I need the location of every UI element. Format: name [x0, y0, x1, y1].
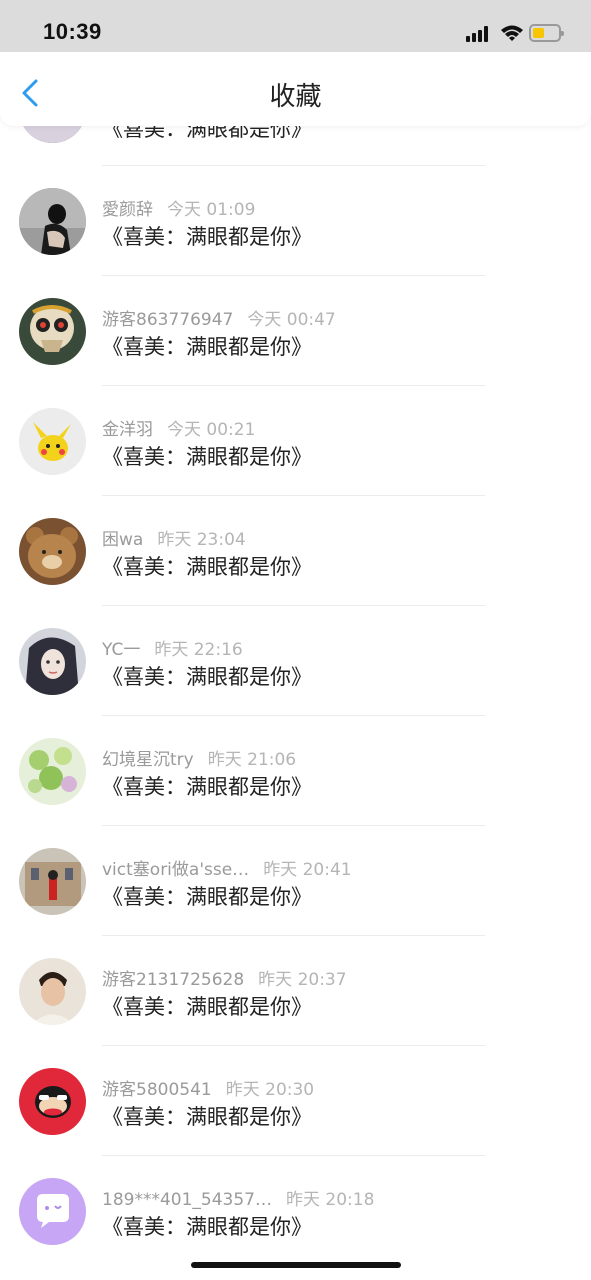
page-title: 收藏 [269, 82, 322, 112]
favorite-title[interactable]: 《喜美：满眼都是你》 [102, 771, 312, 801]
timestamp: 昨天 20:37 [258, 970, 347, 990]
timestamp: 昨天 22:16 [154, 640, 243, 660]
avatar-anime-girl-photo[interactable] [19, 628, 86, 695]
timestamp: 昨天 20:41 [263, 860, 352, 880]
item-meta: 幻境星沉try 昨天 21:06 [102, 745, 296, 770]
favorite-title[interactable]: 《喜美：满眼都是你》 [102, 551, 312, 581]
timestamp: 今天 01:09 [167, 200, 256, 220]
username[interactable]: 游客863776947 [102, 310, 233, 330]
list-item[interactable]: 游客863776947 今天 00:47 《喜美：满眼都是你》 [0, 276, 591, 386]
timestamp: 今天 00:47 [247, 310, 336, 330]
status-time: 10:39 [43, 19, 102, 44]
username[interactable]: 189***401_54357… [102, 1190, 272, 1210]
avatar-monkey-logo[interactable] [19, 1068, 86, 1135]
username[interactable]: vict塞ori做a'sse… [102, 860, 249, 880]
timestamp: 昨天 20:30 [225, 1080, 315, 1100]
item-meta: YC一 昨天 22:16 [102, 635, 243, 660]
favorite-title[interactable]: 《喜美：满眼都是你》 [102, 331, 312, 361]
avatar-chat-bubble-logo[interactable] [19, 1178, 86, 1245]
list-item[interactable]: vict塞ori做a'sse… 昨天 20:41 《喜美：满眼都是你》 [0, 826, 591, 936]
wifi-icon [500, 24, 524, 42]
favorite-title[interactable]: 《喜美：满眼都是你》 [102, 441, 312, 471]
avatar-young-man-photo[interactable] [19, 958, 86, 1025]
item-meta: 愛颜辞 今天 01:09 [102, 195, 255, 220]
username[interactable]: 困wa [102, 530, 143, 550]
timestamp: 昨天 23:04 [157, 530, 246, 550]
avatar-bear-photo[interactable] [19, 518, 86, 585]
list-item[interactable]: 困wa 昨天 23:04 《喜美：满眼都是你》 [0, 496, 591, 606]
username[interactable]: YC一 [102, 640, 140, 660]
favorite-title[interactable]: 《喜美：满眼都是你》 [102, 661, 312, 691]
avatar-pikachu-photo[interactable] [19, 408, 86, 475]
status-bar: 10:39 [0, 0, 591, 52]
favorite-title[interactable]: 《喜美：满眼都是你》 [102, 1101, 312, 1131]
item-meta: 困wa 昨天 23:04 [102, 525, 246, 550]
battery-icon [529, 24, 564, 42]
avatar-green-flowers-photo[interactable] [19, 738, 86, 805]
item-meta: 游客5800541 昨天 20:30 [102, 1075, 314, 1100]
timestamp: 昨天 20:18 [285, 1190, 375, 1210]
list-item[interactable]: 游客2131725628 昨天 20:37 《喜美：满眼都是你》 [0, 936, 591, 1046]
favorites-list[interactable]: 《喜美：满眼都是你》 愛颜辞 今天 01:09 《喜美：满眼都是你》 游客863… [0, 0, 591, 1280]
cellular-signal-icon [466, 26, 492, 42]
list-item[interactable]: 189***401_54357… 昨天 20:18 《喜美：满眼都是你》 [0, 1156, 591, 1266]
list-item[interactable]: YC一 昨天 22:16 《喜美：满眼都是你》 [0, 606, 591, 716]
favorite-title[interactable]: 《喜美：满眼都是你》 [102, 881, 312, 911]
list-item[interactable]: 游客5800541 昨天 20:30 《喜美：满眼都是你》 [0, 1046, 591, 1156]
username[interactable]: 金洋羽 [102, 420, 153, 440]
favorite-title[interactable]: 《喜美：满眼都是你》 [102, 991, 312, 1021]
item-meta: 金洋羽 今天 00:21 [102, 415, 255, 440]
avatar-guard-building-photo[interactable] [19, 848, 86, 915]
username[interactable]: 游客2131725628 [102, 970, 244, 990]
item-meta: 游客863776947 今天 00:47 [102, 305, 336, 330]
avatar-sugar-skull-photo[interactable] [19, 298, 86, 365]
avatar-woman-sitting-photo[interactable] [19, 188, 86, 255]
favorite-title[interactable]: 《喜美：满眼都是你》 [102, 221, 312, 251]
timestamp: 今天 00:21 [167, 420, 256, 440]
favorite-title[interactable]: 《喜美：满眼都是你》 [102, 1211, 312, 1241]
username[interactable]: 愛颜辞 [102, 200, 153, 220]
username[interactable]: 幻境星沉try [102, 750, 194, 770]
home-indicator[interactable] [191, 1262, 401, 1268]
item-meta: 游客2131725628 昨天 20:37 [102, 965, 347, 990]
timestamp: 昨天 21:06 [207, 750, 297, 770]
list-item[interactable]: 金洋羽 今天 00:21 《喜美：满眼都是你》 [0, 386, 591, 496]
nav-bar: 收藏 [0, 52, 591, 126]
list-item[interactable]: 愛颜辞 今天 01:09 《喜美：满眼都是你》 [0, 166, 591, 276]
item-meta: vict塞ori做a'sse… 昨天 20:41 [102, 855, 352, 880]
list-item[interactable]: 幻境星沉try 昨天 21:06 《喜美：满眼都是你》 [0, 716, 591, 826]
item-meta: 189***401_54357… 昨天 20:18 [102, 1185, 374, 1210]
username[interactable]: 游客5800541 [102, 1080, 212, 1100]
